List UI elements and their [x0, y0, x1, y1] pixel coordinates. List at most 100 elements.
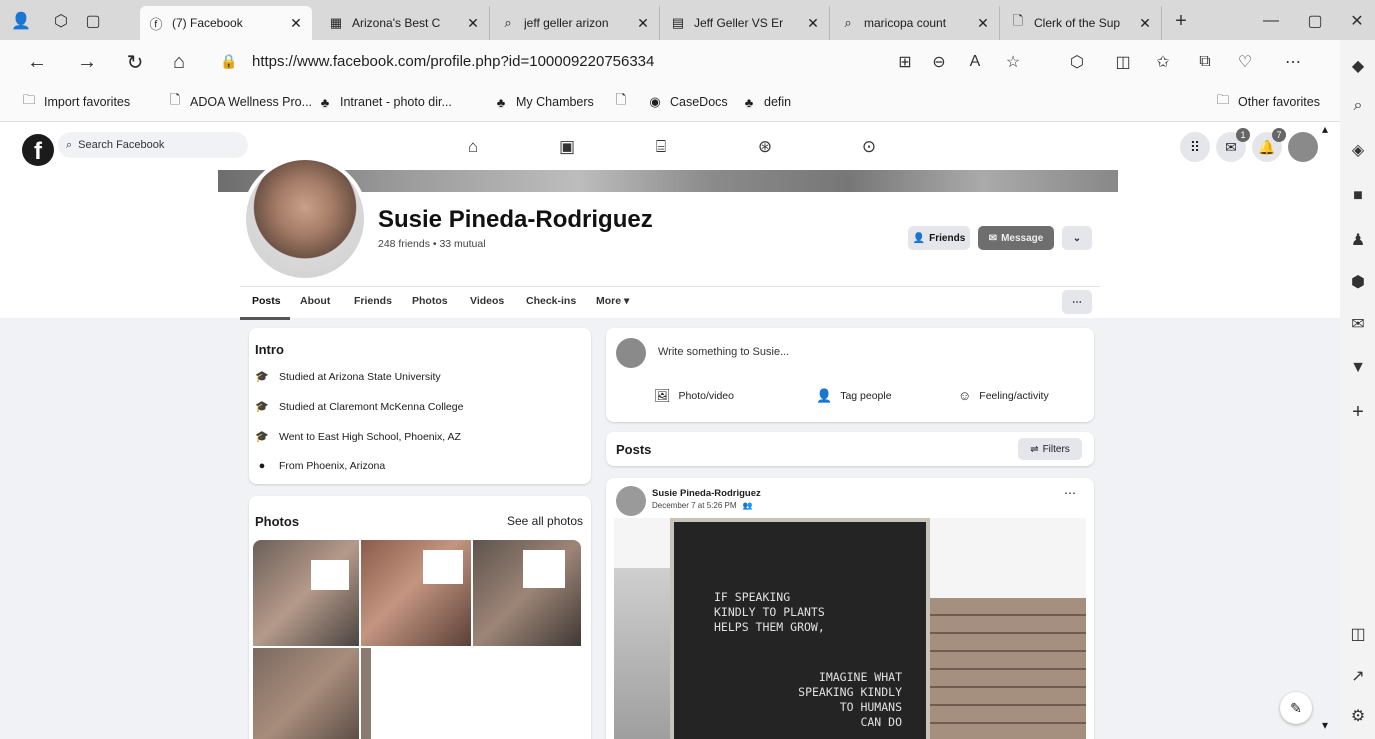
avatar[interactable]	[616, 486, 646, 516]
forward-button[interactable]: →	[72, 48, 102, 76]
filters-button[interactable]: ⇌ Filters	[1018, 438, 1082, 460]
zoom-icon[interactable]: ⊖	[926, 50, 952, 74]
menu-grid-icon[interactable]: ⠿	[1180, 132, 1210, 162]
video-icon[interactable]: ▣	[552, 132, 582, 162]
groups-icon[interactable]: ⊛	[750, 132, 780, 162]
maximize-button[interactable]: ▢	[1302, 8, 1328, 34]
tab-posts[interactable]: Posts	[252, 295, 281, 307]
gear-icon[interactable]: ⚙	[1346, 704, 1370, 728]
extensions-icon[interactable]: ⬡	[1064, 50, 1090, 74]
lock-icon[interactable]: 🔒	[220, 53, 242, 70]
tools-briefcase-icon[interactable]: ■	[1346, 184, 1370, 208]
close-icon[interactable]: ✕	[975, 15, 991, 32]
url-text[interactable]: https://www.facebook.com/profile.php?id=…	[252, 53, 654, 70]
new-tab-button[interactable]: +	[1168, 8, 1194, 34]
composer-input[interactable]: Write something to Susie...	[658, 346, 789, 358]
home-button[interactable]: ⌂	[164, 48, 194, 76]
gaming-icon[interactable]: ⊙	[854, 132, 884, 162]
tab-actions-icon[interactable]: ▢	[80, 8, 106, 34]
message-button[interactable]: ✉ Message	[978, 226, 1054, 250]
post-author[interactable]: Susie Pineda-Rodriguez	[652, 488, 761, 499]
tab-about[interactable]: About	[300, 295, 330, 307]
outlook-icon[interactable]: ✉	[1346, 312, 1370, 336]
external-link-icon[interactable]: ↗	[1346, 664, 1370, 688]
facebook-logo-icon[interactable]: f	[22, 134, 54, 166]
shopping-tag-icon[interactable]: ◈	[1346, 138, 1370, 162]
close-icon[interactable]: ✕	[635, 15, 651, 32]
drop-icon[interactable]: ▼	[1346, 356, 1370, 380]
more-options-icon[interactable]: ⋯	[1064, 486, 1076, 500]
profile-icon[interactable]: 👤	[8, 8, 34, 34]
tab-facebook[interactable]: ⓕ (7) Facebook ✕	[140, 6, 312, 40]
notifications-icon[interactable]: 🔔 7	[1252, 128, 1286, 162]
photo-thumbnail[interactable]	[253, 648, 359, 739]
more-options-icon[interactable]: ⋯	[1280, 50, 1306, 74]
tab-jeff-geller-vs[interactable]: ▤ Jeff Geller VS Er ✕	[662, 6, 830, 40]
games-icon[interactable]: ♟	[1346, 228, 1370, 252]
tab-more[interactable]: More ▾	[596, 295, 629, 307]
tab-friends[interactable]: Friends	[354, 295, 392, 307]
scroll-down-arrow-icon[interactable]: ▾	[1322, 718, 1328, 732]
photo-thumbnail[interactable]	[253, 540, 359, 646]
marketplace-icon[interactable]: ⌸	[646, 132, 676, 162]
home-icon[interactable]: ⌂	[458, 132, 488, 162]
fav-other-favorites[interactable]: 🗀 Other favorites	[1214, 92, 1320, 110]
sidebar-toggle-icon[interactable]: ◫	[1346, 622, 1370, 646]
tab-jeff-geller-search[interactable]: ⌕ jeff geller arizon ✕	[492, 6, 660, 40]
close-icon[interactable]: ✕	[288, 15, 304, 32]
photo-thumbnail[interactable]	[473, 648, 581, 739]
close-icon[interactable]: ✕	[465, 15, 481, 32]
fav-my-chambers[interactable]: ♣ My Chambers	[492, 94, 594, 110]
fav-import-favorites[interactable]: 🗀 Import favorites	[20, 92, 130, 110]
see-all-photos-link[interactable]: See all photos	[507, 514, 583, 528]
friends-button[interactable]: 👤 Friends	[908, 226, 970, 250]
photo-thumbnail[interactable]	[473, 540, 581, 646]
fav-adoa-wellness[interactable]: 🗋 ADOA Wellness Pro...	[166, 92, 312, 110]
messenger-icon[interactable]: ✉ 1	[1216, 128, 1250, 162]
profile-avatar[interactable]	[242, 156, 368, 282]
add-icon[interactable]: +	[1346, 400, 1370, 424]
office-icon[interactable]: ⬢	[1346, 270, 1370, 294]
minimize-button[interactable]: —	[1258, 8, 1284, 34]
fav-intranet-photo-dir[interactable]: ♣ Intranet - photo dir...	[316, 94, 452, 110]
app-available-icon[interactable]: ⊞	[892, 50, 918, 74]
tab-checkins[interactable]: Check-ins	[526, 295, 576, 307]
fav-blank-page[interactable]: 🗋	[612, 92, 636, 110]
close-window-button[interactable]: ✕	[1344, 8, 1370, 34]
friends-count[interactable]: 248 friends • 33 mutual	[378, 238, 486, 250]
workspaces-icon[interactable]: ⬡	[48, 8, 74, 34]
photo-thumbnail[interactable]	[361, 648, 471, 739]
feeling-activity-button[interactable]: ☺ Feeling/activity	[958, 388, 1049, 403]
tab-arizonas-best[interactable]: ▦ Arizona's Best C ✕	[320, 6, 490, 40]
fav-casedocs[interactable]: ◉ CaseDocs	[646, 94, 727, 110]
photo-video-button[interactable]: 🖼 Photo/video	[654, 388, 734, 404]
scroll-up-arrow-icon[interactable]: ▴	[1322, 122, 1328, 136]
account-avatar[interactable]	[1288, 132, 1318, 162]
split-screen-icon[interactable]: ◫	[1110, 50, 1136, 74]
post-image[interactable]: IF SPEAKING KINDLY TO PLANTS HELPS THEM …	[614, 518, 1086, 739]
browser-essentials-icon[interactable]: ♡	[1232, 50, 1258, 74]
address-bar[interactable]: 🔒 https://www.facebook.com/profile.php?i…	[220, 46, 880, 76]
tab-clerk-of-superior[interactable]: 🗋 Clerk of the Sup ✕	[1002, 6, 1162, 40]
collections-icon[interactable]: ⧉	[1192, 50, 1218, 74]
favorites-icon[interactable]: ✩	[1150, 50, 1176, 74]
tab-videos[interactable]: Videos	[470, 295, 504, 307]
close-icon[interactable]: ✕	[1137, 15, 1153, 32]
new-message-button[interactable]: ✎	[1280, 692, 1312, 724]
tab-maricopa-county[interactable]: ⌕ maricopa count ✕	[832, 6, 1000, 40]
tag-people-button[interactable]: 👤 Tag people	[816, 388, 892, 404]
facebook-search-input[interactable]: ⌕ Search Facebook	[58, 132, 248, 158]
read-aloud-icon[interactable]: A	[962, 50, 988, 74]
tab-photos[interactable]: Photos	[412, 295, 448, 307]
post-timestamp[interactable]: December 7 at 5:26 PM 👥	[652, 501, 753, 510]
back-button[interactable]: ←	[22, 48, 52, 76]
close-icon[interactable]: ✕	[805, 15, 821, 32]
more-options-icon[interactable]: ⋯	[1062, 290, 1092, 314]
search-icon[interactable]: ⌕	[1346, 94, 1370, 118]
refresh-button[interactable]: ↻	[120, 48, 150, 76]
fav-defin[interactable]: ♣ defin	[740, 94, 791, 110]
avatar[interactable]	[616, 338, 646, 368]
photo-thumbnail[interactable]	[361, 540, 471, 646]
chevron-down-icon[interactable]: ⌄	[1062, 226, 1092, 250]
copilot-icon[interactable]: ◆	[1346, 54, 1370, 78]
